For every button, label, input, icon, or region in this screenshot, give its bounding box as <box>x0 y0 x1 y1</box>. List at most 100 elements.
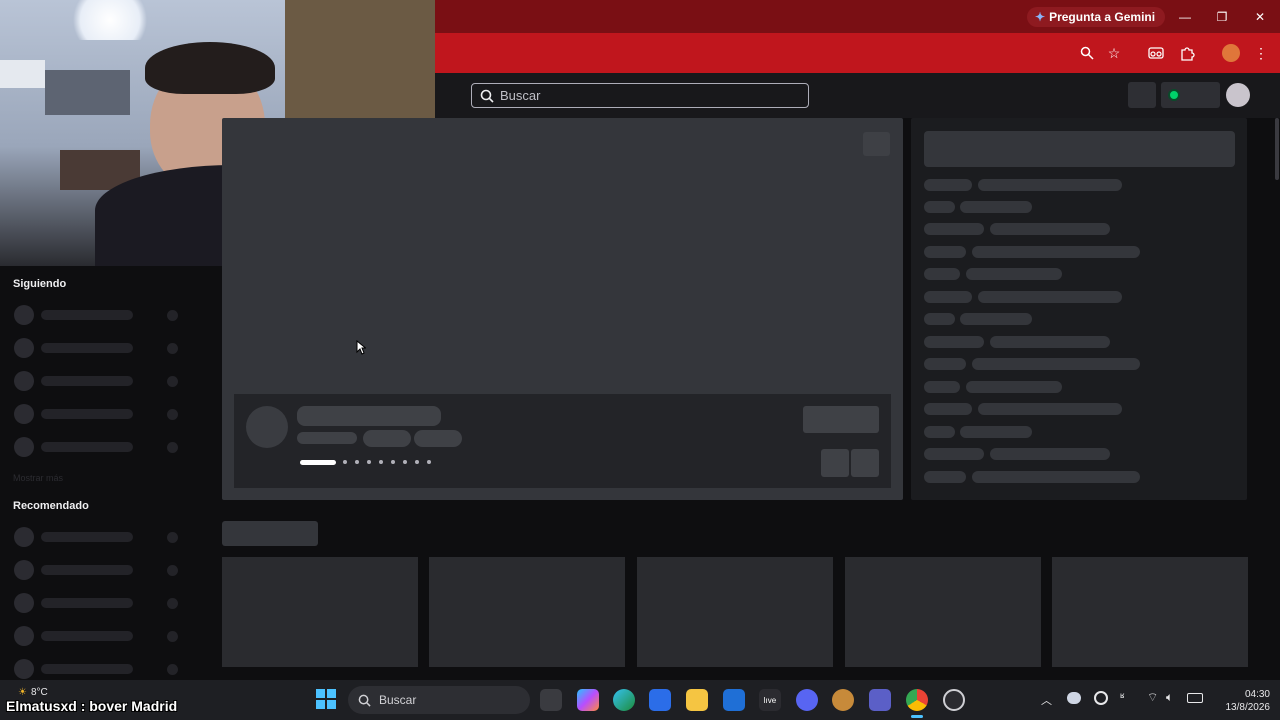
channel-name-skeleton <box>41 664 133 674</box>
windows-logo-icon <box>316 689 325 698</box>
teams-icon[interactable] <box>869 689 891 711</box>
carousel-dot[interactable] <box>403 460 407 464</box>
outlook-icon[interactable] <box>723 689 745 711</box>
bookmark-button[interactable]: ☆ <box>1104 44 1124 62</box>
panel-line-value-skeleton <box>960 201 1032 213</box>
minimize-button[interactable]: — <box>1171 7 1199 27</box>
panel-line-label-skeleton <box>924 381 960 393</box>
edge-browser-icon[interactable] <box>613 689 635 711</box>
copilot-icon[interactable] <box>577 689 599 711</box>
ceiling-light <box>65 0 155 40</box>
channel-avatar-skeleton <box>14 659 34 679</box>
show-more-link[interactable]: Mostrar más <box>13 473 63 483</box>
ask-gemini-button[interactable]: ✦ Pregunta a Gemini <box>1027 7 1166 27</box>
weather-widget[interactable]: ☀ 8°C <box>18 687 48 698</box>
close-icon: ✕ <box>1254 10 1266 24</box>
panel-line-label-skeleton <box>924 403 972 415</box>
ask-gemini-label: Pregunta a Gemini <box>1049 10 1156 24</box>
close-window-button[interactable]: ✕ <box>1246 7 1274 27</box>
wall-shelf <box>45 70 130 115</box>
carousel-dot[interactable] <box>415 460 419 464</box>
stream-card-skeleton[interactable] <box>845 557 1041 667</box>
task-view-icon[interactable] <box>540 689 562 711</box>
panel-line-label-skeleton <box>924 291 972 303</box>
start-button[interactable] <box>316 689 336 709</box>
live-status-button[interactable] <box>1161 82 1220 108</box>
store-icon[interactable] <box>649 689 671 711</box>
wifi-icon[interactable]: ⌔ <box>1147 690 1158 705</box>
viewer-count-skeleton <box>167 664 178 675</box>
game-app-icon[interactable] <box>832 689 854 711</box>
live-app-icon[interactable]: lıve <box>759 689 781 711</box>
mouse-cursor-icon <box>356 340 366 355</box>
taskbar-search[interactable]: Buscar <box>348 686 530 714</box>
user-avatar[interactable] <box>1226 83 1250 107</box>
obs-icon[interactable] <box>943 689 965 711</box>
panel-line-value-skeleton <box>972 358 1140 370</box>
carousel-prev-skeleton[interactable] <box>821 449 849 477</box>
weather-sun-icon: ☀ <box>18 687 27 698</box>
panel-line-label-skeleton <box>924 471 966 483</box>
channel-name-skeleton <box>41 532 133 542</box>
system-clock[interactable]: 04:30 13/8/2026 <box>1220 688 1271 714</box>
panel-line-value-skeleton <box>990 336 1110 348</box>
tray-overflow-chevron-up-icon[interactable]: ︿ <box>1041 692 1052 708</box>
search-input[interactable] <box>500 88 790 103</box>
gemini-sparkle-icon: ✦ <box>1035 10 1046 24</box>
channel-name-skeleton <box>41 442 133 452</box>
carousel-dot[interactable] <box>355 460 359 464</box>
channel-name-skeleton <box>41 343 133 353</box>
volume-icon[interactable]: 🔈︎ <box>1166 690 1173 705</box>
channel-avatar-skeleton <box>14 527 34 547</box>
viewer-count-skeleton <box>167 631 178 642</box>
panel-line-value-skeleton <box>978 403 1122 415</box>
panel-line-value-skeleton <box>978 291 1122 303</box>
carousel-dot[interactable] <box>379 460 383 464</box>
onedrive-cloud-icon[interactable] <box>1067 692 1081 704</box>
profile-avatar-icon[interactable] <box>1222 44 1240 62</box>
panel-line-value-skeleton <box>972 471 1140 483</box>
carousel-dot[interactable] <box>343 460 347 464</box>
language-input-icon[interactable]: ʶ <box>1120 690 1124 704</box>
panel-line-value-skeleton <box>966 381 1062 393</box>
restore-button[interactable]: ❐ <box>1208 7 1236 27</box>
stream-card-skeleton[interactable] <box>429 557 625 667</box>
viewer-count-skeleton <box>167 565 178 576</box>
extensions-menu-button[interactable] <box>1177 44 1197 62</box>
panel-line-value-skeleton <box>978 179 1122 191</box>
extension-button[interactable] <box>1146 44 1166 62</box>
file-explorer-icon[interactable] <box>686 689 708 711</box>
stream-card-skeleton[interactable] <box>637 557 833 667</box>
channel-avatar-skeleton <box>14 560 34 580</box>
viewer-count-skeleton <box>167 376 178 387</box>
live-app-label: lıve <box>763 695 777 705</box>
panel-line-label-skeleton <box>924 246 966 258</box>
carousel-dot-active[interactable] <box>300 460 336 465</box>
kebab-menu-icon: ⋮ <box>1254 44 1268 61</box>
panel-line-label-skeleton <box>924 223 984 235</box>
battery-icon[interactable] <box>1187 693 1203 703</box>
stream-card-skeleton[interactable] <box>222 557 418 667</box>
stream-tag-skeleton <box>363 430 411 447</box>
viewer-count-skeleton <box>167 442 178 453</box>
stream-card-skeleton[interactable] <box>1052 557 1248 667</box>
player-control-skeleton[interactable] <box>863 132 890 156</box>
follow-button-skeleton[interactable] <box>803 406 879 433</box>
zoom-button[interactable] <box>1077 44 1097 62</box>
carousel-dot[interactable] <box>427 460 431 464</box>
sync-icon[interactable] <box>1094 691 1108 705</box>
channel-avatar-skeleton <box>14 338 34 358</box>
page-scrollbar-thumb[interactable] <box>1275 118 1279 180</box>
carousel-dot[interactable] <box>391 460 395 464</box>
panel-line-value-skeleton <box>960 313 1032 325</box>
panel-line-value-skeleton <box>966 268 1062 280</box>
search-box[interactable] <box>471 83 809 108</box>
carousel-dot[interactable] <box>367 460 371 464</box>
windows-logo-pane <box>327 700 336 709</box>
nav-skeleton-button[interactable] <box>1128 82 1156 108</box>
star-icon: ☆ <box>1107 44 1121 61</box>
browser-menu-button[interactable]: ⋮ <box>1251 44 1271 62</box>
carousel-next-skeleton[interactable] <box>851 449 879 477</box>
chrome-icon[interactable] <box>906 689 928 711</box>
discord-icon[interactable] <box>796 689 818 711</box>
